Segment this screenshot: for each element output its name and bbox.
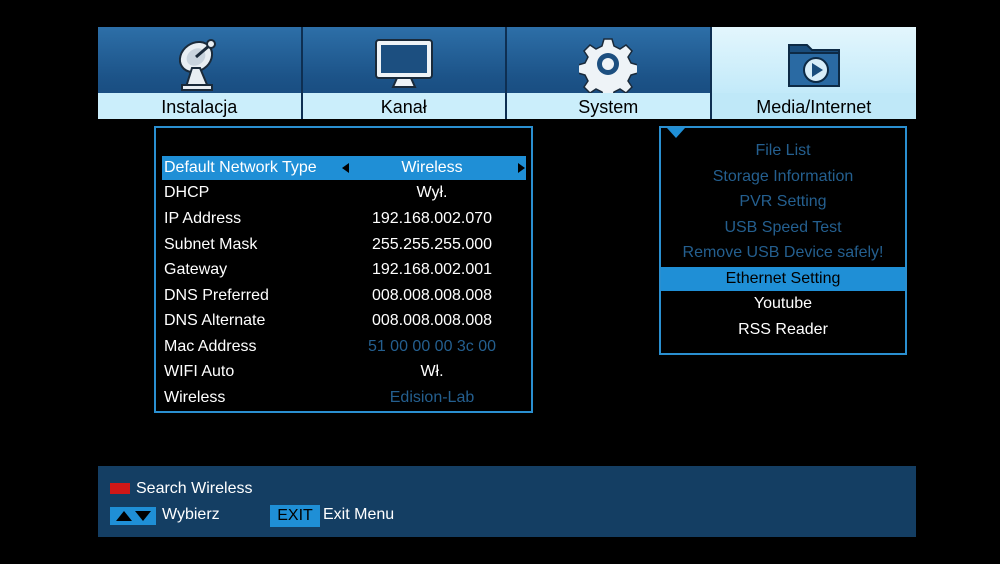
setting-label: Default Network Type: [164, 159, 317, 176]
setting-row-wifi-auto[interactable]: WIFI Auto Wł.: [162, 360, 526, 384]
setting-row-subnet-mask[interactable]: Subnet Mask 255.255.255.000: [162, 233, 526, 257]
tab-label: Kanał: [302, 93, 505, 119]
menu-item-remove-usb[interactable]: Remove USB Device safely!: [661, 241, 905, 265]
setting-label: Mac Address: [164, 338, 257, 355]
setting-value: Wł.: [420, 363, 444, 380]
tab-label: Media/Internet: [711, 93, 916, 119]
setting-label: DNS Alternate: [164, 312, 266, 329]
tab-instalacja[interactable]: Instalacja: [98, 27, 303, 119]
setting-row-dhcp[interactable]: DHCP Wył.: [162, 181, 526, 205]
hint-search-wireless: Search Wireless: [136, 480, 253, 497]
setting-value: Wył.: [416, 184, 448, 201]
tab-media-internet[interactable]: Media/Internet: [711, 27, 916, 119]
gear-icon: [579, 38, 638, 93]
media-folder-icon: [787, 44, 840, 87]
setting-row-ip-address[interactable]: IP Address 192.168.002.070: [162, 207, 526, 231]
setting-row-dns-alternate[interactable]: DNS Alternate 008.008.008.008: [162, 309, 526, 333]
setting-value: 255.255.255.000: [371, 236, 493, 253]
menu-item-ethernet-setting[interactable]: Ethernet Setting: [661, 267, 905, 291]
menu-item-file-list[interactable]: File List: [661, 139, 905, 163]
media-submenu: File List Storage Information PVR Settin…: [659, 126, 907, 355]
setting-label: Gateway: [164, 261, 228, 278]
setting-value: 192.168.002.001: [371, 261, 493, 278]
red-key-icon[interactable]: [110, 483, 130, 494]
ethernet-settings-panel: Default Network Type Wireless DHCP Wył. …: [154, 126, 533, 413]
menu-item-storage-information[interactable]: Storage Information: [661, 165, 905, 189]
setting-value: 51 00 00 00 3c 00: [367, 338, 497, 355]
menu-item-pvr-setting[interactable]: PVR Setting: [661, 190, 905, 214]
setting-row-default-network-type[interactable]: Default Network Type Wireless: [162, 156, 526, 180]
setting-row-wireless: Wireless Edision-Lab: [162, 386, 526, 410]
setting-label: IP Address: [164, 210, 242, 227]
setting-value: 008.008.008.008: [371, 312, 493, 329]
setting-value: 008.008.008.008: [371, 287, 493, 304]
bottom-hint-bar: Search Wireless Wybierz EXIT Exit Menu: [98, 466, 916, 537]
setting-row-dns-preferred[interactable]: DNS Preferred 008.008.008.008: [162, 284, 526, 308]
setting-value: Wireless: [401, 159, 463, 176]
setting-row-mac-address: Mac Address 51 00 00 00 3c 00: [162, 335, 526, 359]
tv-icon: [374, 39, 433, 88]
arrow-right-icon[interactable]: [518, 163, 525, 173]
exit-key-button[interactable]: EXIT: [270, 505, 320, 527]
menu-item-youtube[interactable]: Youtube: [661, 292, 905, 316]
setting-label: DHCP: [164, 184, 210, 201]
tab-label: Instalacja: [98, 93, 301, 119]
setting-label: WIFI Auto: [164, 363, 235, 380]
setting-value: Edision-Lab: [389, 389, 475, 406]
setting-label: Wireless: [164, 389, 226, 406]
setting-row-gateway[interactable]: Gateway 192.168.002.001: [162, 258, 526, 282]
tab-label: System: [507, 93, 710, 119]
main-tab-bar: Instalacja Kanał System Media/Internet: [98, 27, 916, 119]
hint-exit-menu: Exit Menu: [323, 506, 395, 523]
hint-select: Wybierz: [162, 506, 220, 523]
panel-notch-icon: [667, 128, 685, 138]
menu-item-rss-reader[interactable]: RSS Reader: [661, 318, 905, 342]
menu-item-usb-speed-test[interactable]: USB Speed Test: [661, 216, 905, 240]
setting-value: 192.168.002.070: [371, 210, 493, 227]
satellite-dish-icon: [179, 39, 217, 91]
up-down-key-icon[interactable]: [110, 507, 156, 525]
setting-label: DNS Preferred: [164, 287, 269, 304]
tab-kanal[interactable]: Kanał: [302, 27, 507, 119]
setting-label: Subnet Mask: [164, 236, 258, 253]
tab-system[interactable]: System: [507, 27, 712, 119]
